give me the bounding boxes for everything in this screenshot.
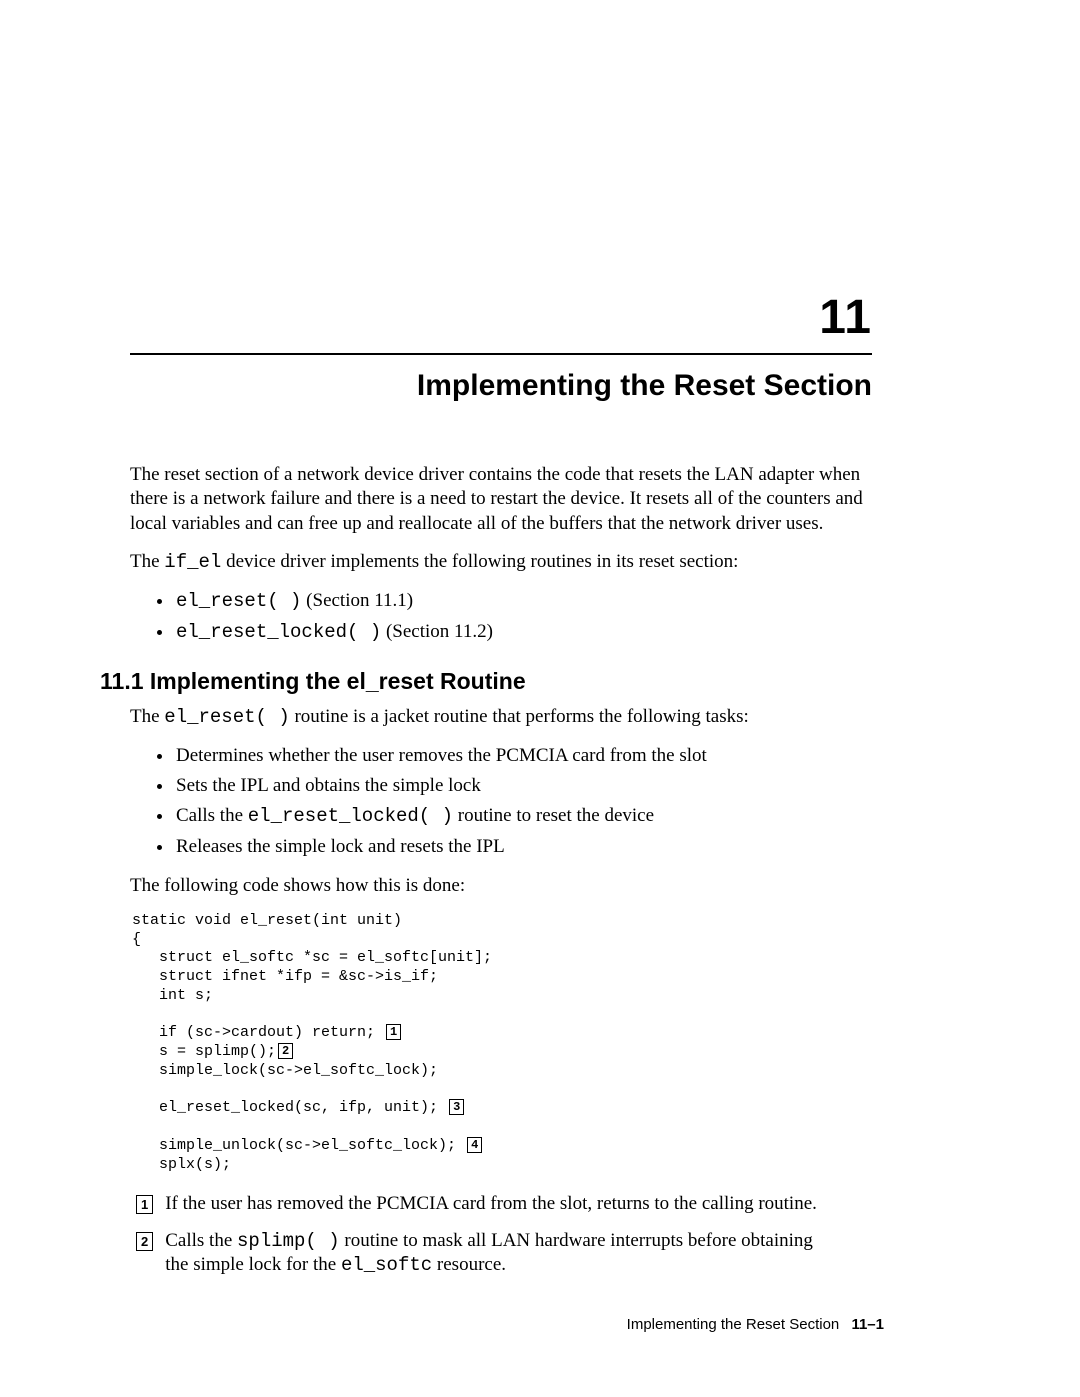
code-line: struct ifnet *ifp = &sc->is_if; <box>132 968 438 985</box>
code-callout-ref-2: 2 <box>278 1043 293 1059</box>
code-line: int s; <box>132 987 213 1004</box>
list-item: Releases the simple lock and resets the … <box>174 834 872 860</box>
text: Releases the simple lock and resets the … <box>176 836 505 857</box>
code-line: struct el_softc *sc = el_softc[unit]; <box>132 949 492 966</box>
text: routine is a jacket routine that perform… <box>290 706 749 727</box>
text: routine to reset the device <box>453 805 654 826</box>
code-inline: if_el <box>164 551 221 573</box>
callout-list: 1 If the user has removed the PCMCIA car… <box>130 1192 872 1277</box>
footer-title: Implementing the Reset Section <box>627 1316 840 1333</box>
code-line: { <box>132 931 141 948</box>
text: The <box>130 551 164 572</box>
callout-item: 2 Calls the splimp( ) routine to mask al… <box>136 1229 872 1278</box>
text: resource. <box>432 1254 506 1275</box>
content-column: 11 Implementing the Reset Section The re… <box>130 0 872 1289</box>
chapter-title: Implementing the Reset Section <box>130 369 872 403</box>
code-callout-ref-1: 1 <box>386 1024 401 1040</box>
chapter-rule <box>130 353 872 355</box>
code-inline: el_reset( ) <box>176 590 301 612</box>
code-inline: el_reset_locked( ) <box>248 805 453 827</box>
text: Sets the IPL and obtains the simple lock <box>176 775 481 796</box>
code-line: if (sc->cardout) return; <box>132 1024 384 1041</box>
text: The <box>130 706 164 727</box>
callout-text: If the user has removed the PCMCIA card … <box>165 1192 872 1216</box>
code-callout-ref-4: 4 <box>467 1137 482 1153</box>
code-line: s = splimp(); <box>132 1043 276 1060</box>
page: 11 Implementing the Reset Section The re… <box>0 0 1080 1397</box>
page-footer: Implementing the Reset Section 11–1 <box>627 1316 884 1333</box>
code-inline: el_softc <box>341 1254 432 1276</box>
code-line: simple_unlock(sc->el_softc_lock); <box>132 1137 465 1154</box>
chapter-number: 11 <box>130 290 872 345</box>
intro-paragraph-1: The reset section of a network device dr… <box>130 463 872 536</box>
text: (Section 11.2) <box>381 621 493 642</box>
code-line: el_reset_locked(sc, ifp, unit); <box>132 1099 447 1116</box>
section-paragraph-2: The following code shows how this is don… <box>130 874 872 898</box>
section-paragraph-1: The el_reset( ) routine is a jacket rout… <box>130 705 872 729</box>
text: Determines whether the user removes the … <box>176 745 707 766</box>
code-listing: static void el_reset(int unit) { struct … <box>132 912 872 1175</box>
list-item: Determines whether the user removes the … <box>174 743 872 769</box>
code-line: simple_lock(sc->el_softc_lock); <box>132 1062 438 1079</box>
code-inline: el_reset( ) <box>164 706 289 728</box>
list-item: el_reset_locked( ) (Section 11.2) <box>174 619 872 646</box>
list-item: el_reset( ) (Section 11.1) <box>174 588 872 615</box>
text: device driver implements the following r… <box>221 551 738 572</box>
list-item: Calls the el_reset_locked( ) routine to … <box>174 803 872 830</box>
footer-page-number: 11–1 <box>851 1316 884 1333</box>
routine-bullet-list: el_reset( ) (Section 11.1) el_reset_lock… <box>130 588 872 646</box>
code-line: splx(s); <box>132 1156 231 1173</box>
callout-number-box: 2 <box>136 1232 153 1251</box>
text: Calls the <box>176 805 248 826</box>
text: Calls the <box>165 1230 237 1251</box>
code-line: static void el_reset(int unit) <box>132 912 402 929</box>
task-bullet-list: Determines whether the user removes the … <box>130 743 872 859</box>
list-item: Sets the IPL and obtains the simple lock <box>174 773 872 799</box>
code-inline: el_reset_locked( ) <box>176 621 381 643</box>
callout-text: Calls the splimp( ) routine to mask all … <box>165 1229 872 1278</box>
text: (Section 11.1) <box>301 590 413 611</box>
code-callout-ref-3: 3 <box>449 1099 464 1115</box>
intro-paragraph-2: The if_el device driver implements the f… <box>130 550 872 574</box>
callout-item: 1 If the user has removed the PCMCIA car… <box>136 1192 872 1216</box>
callout-number-box: 1 <box>136 1195 153 1214</box>
code-inline: splimp( ) <box>237 1230 340 1252</box>
section-heading: 11.1 Implementing the el_reset Routine <box>100 668 872 695</box>
